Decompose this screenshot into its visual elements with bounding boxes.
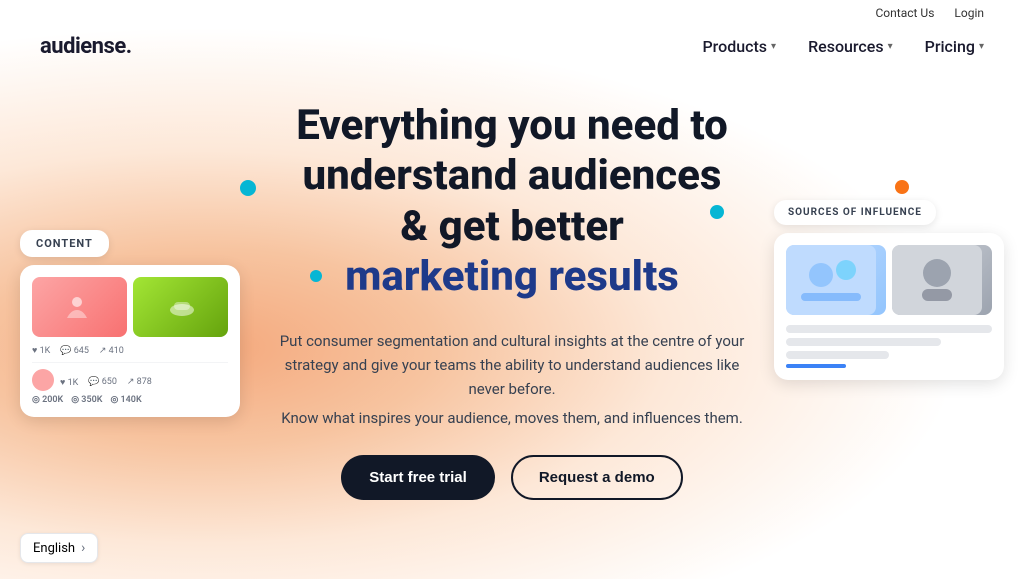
nav-item-resources[interactable]: Resources ▾: [808, 37, 893, 56]
headline-line4: marketing results: [345, 252, 679, 301]
contact-us-link[interactable]: Contact Us: [876, 6, 935, 20]
top-utility-bar: Contact Us Login: [0, 0, 1024, 26]
nav-item-pricing[interactable]: Pricing ▾: [925, 37, 984, 56]
login-link[interactable]: Login: [954, 6, 984, 20]
hero-cta-buttons: Start free trial Request a demo: [341, 455, 682, 500]
logo[interactable]: audiense.: [40, 34, 132, 59]
nav-links: Products ▾ Resources ▾ Pricing ▾: [702, 37, 984, 56]
nav-label-pricing: Pricing: [925, 37, 975, 56]
headline-line3: & get better: [400, 202, 624, 251]
nav-item-products[interactable]: Products ▾: [702, 37, 776, 56]
logo-text: audiense.: [40, 34, 132, 59]
headline-line2: understand audiences: [303, 151, 722, 200]
request-demo-button[interactable]: Request a demo: [511, 455, 683, 500]
chevron-down-icon: ▾: [771, 41, 776, 52]
chevron-down-icon: ▾: [888, 41, 893, 52]
language-label: English: [33, 541, 75, 556]
hero-section: Everything you need to understand audien…: [0, 71, 1024, 500]
chevron-right-icon: ›: [81, 540, 85, 556]
hero-headline: Everything you need to understand audien…: [296, 101, 728, 303]
language-selector[interactable]: English ›: [20, 533, 98, 563]
hero-subtext-1: Put consumer segmentation and cultural i…: [272, 329, 752, 401]
chevron-down-icon: ▾: [979, 41, 984, 52]
headline-line1: Everything you need to: [296, 101, 728, 150]
nav-link-pricing[interactable]: Pricing ▾: [925, 37, 984, 56]
nav-link-products[interactable]: Products ▾: [702, 37, 776, 56]
nav-label-products: Products: [702, 37, 767, 56]
main-navbar: audiense. Products ▾ Resources ▾ Pricing…: [0, 26, 1024, 71]
nav-label-resources: Resources: [808, 37, 884, 56]
hero-subtext-2: Know what inspires your audience, moves …: [281, 409, 743, 427]
start-free-trial-button[interactable]: Start free trial: [341, 455, 495, 500]
nav-link-resources[interactable]: Resources ▾: [808, 37, 893, 56]
